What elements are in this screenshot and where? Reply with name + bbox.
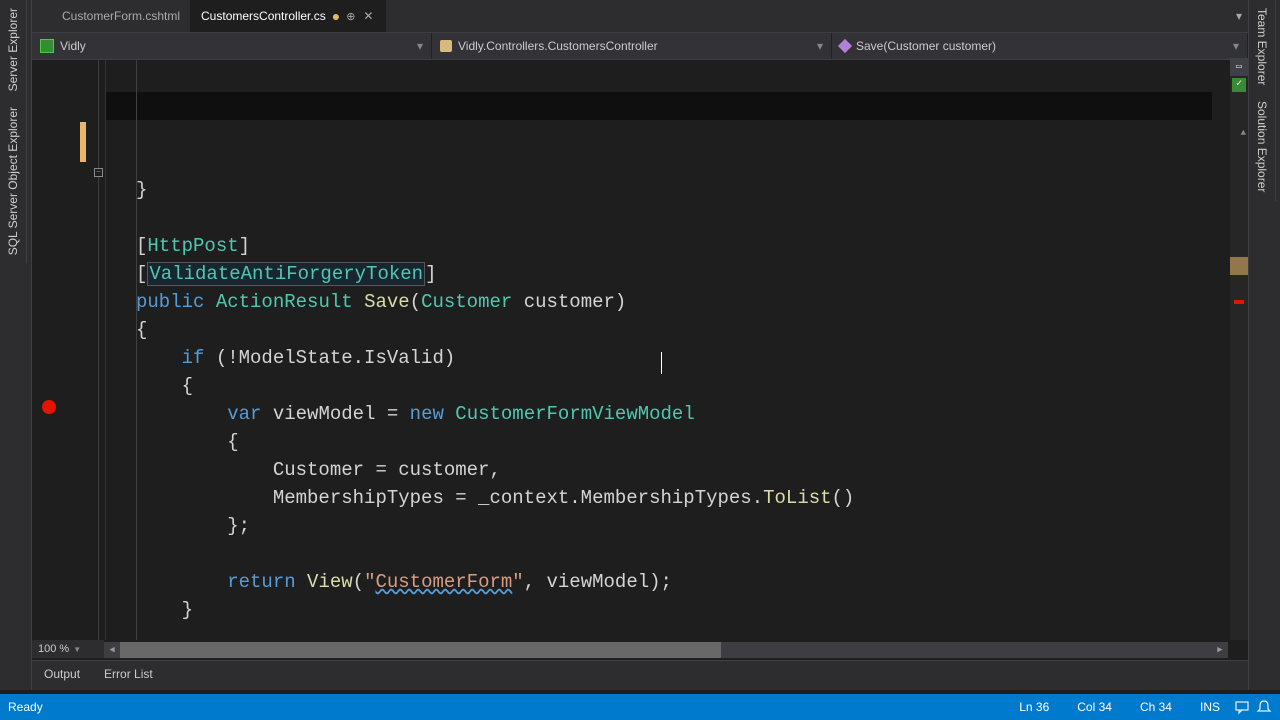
nav-project-label: Vidly xyxy=(60,39,86,53)
solution-explorer-tab[interactable]: Solution Explorer xyxy=(1249,93,1276,200)
feedback-icon[interactable] xyxy=(1234,699,1250,715)
chevron-down-icon: ▾ xyxy=(1233,39,1239,53)
tab-scroll-left[interactable] xyxy=(32,0,52,32)
zoom-label: 100 % xyxy=(38,643,69,655)
server-explorer-tab[interactable]: Server Explorer xyxy=(0,0,27,99)
modified-indicator xyxy=(80,122,86,162)
nav-project-dropdown[interactable]: Vidly ▾ xyxy=(32,33,432,59)
collapse-toggle-icon[interactable]: − xyxy=(94,168,103,177)
status-ins[interactable]: INS xyxy=(1186,700,1234,714)
chevron-down-icon: ▾ xyxy=(417,39,423,53)
project-icon xyxy=(40,39,54,53)
editor-gutter[interactable] xyxy=(32,60,94,640)
navigation-bar: Vidly ▾ Vidly.Controllers.CustomersContr… xyxy=(32,32,1248,60)
current-line-highlight xyxy=(106,92,1212,120)
outlining-rail[interactable]: − xyxy=(94,60,106,640)
code-health-indicator-icon[interactable]: ✓ xyxy=(1232,78,1246,92)
error-list-tab[interactable]: Error List xyxy=(92,661,165,690)
status-ch[interactable]: Ch 34 xyxy=(1126,700,1186,714)
dirty-indicator-icon: ● xyxy=(332,8,340,24)
horizontal-scrollbar[interactable]: ◀ ▶ xyxy=(104,642,1228,658)
nav-method-label: Save(Customer customer) xyxy=(856,39,996,53)
code-editor[interactable]: } [HttpPost] [ValidateAntiForgeryToken] … xyxy=(106,60,1230,640)
outline-guide xyxy=(98,60,99,640)
team-explorer-tab[interactable]: Team Explorer xyxy=(1249,0,1276,93)
chevron-down-icon: ▼ xyxy=(73,645,81,654)
nav-class-dropdown[interactable]: Vidly.Controllers.CustomersController ▾ xyxy=(432,33,832,59)
scroll-up-icon[interactable]: ▲ xyxy=(1241,128,1246,138)
code-content: } [HttpPost] [ValidateAntiForgeryToken] … xyxy=(136,176,1230,640)
notifications-icon[interactable] xyxy=(1256,699,1272,715)
editor-area: − } [HttpPost] [ValidateAntiForgeryToken… xyxy=(32,60,1248,640)
zoom-dropdown[interactable]: 100 % ▼ xyxy=(32,640,104,658)
vertical-scrollbar-map[interactable]: ▭ ✓ ▲ xyxy=(1230,60,1248,640)
scroll-track[interactable] xyxy=(120,642,1212,658)
error-marker[interactable] xyxy=(1234,300,1244,304)
tab-overflow-dropdown[interactable]: ▾ xyxy=(1230,0,1248,32)
tab-customerform-cshtml[interactable]: CustomerForm.cshtml xyxy=(52,0,191,32)
bottom-tool-tabs: Output Error List xyxy=(32,660,1248,690)
method-icon xyxy=(838,39,852,53)
pin-icon[interactable]: ⊕ xyxy=(346,10,355,23)
breakpoint-icon[interactable] xyxy=(42,400,56,414)
status-bar: Ready Ln 36 Col 34 Ch 34 INS xyxy=(0,694,1280,720)
tab-customerscontroller-cs[interactable]: CustomersController.cs ● ⊕ ✕ xyxy=(191,0,386,32)
status-col[interactable]: Col 34 xyxy=(1063,700,1126,714)
status-ready: Ready xyxy=(8,700,1005,714)
nav-class-label: Vidly.Controllers.CustomersController xyxy=(458,39,658,53)
scroll-left-icon[interactable]: ◀ xyxy=(104,645,120,655)
chevron-down-icon: ▾ xyxy=(817,39,823,53)
close-icon[interactable]: ✕ xyxy=(361,9,375,23)
scroll-thumb[interactable] xyxy=(120,642,721,658)
right-tool-panel: Team Explorer Solution Explorer xyxy=(1248,0,1280,690)
editor-main: CustomerForm.cshtml CustomersController.… xyxy=(32,0,1248,690)
split-editor-button[interactable]: ▭ xyxy=(1230,58,1248,76)
sql-server-object-explorer-tab[interactable]: SQL Server Object Explorer xyxy=(0,99,27,263)
document-tab-bar: CustomerForm.cshtml CustomersController.… xyxy=(32,0,1248,32)
scroll-right-icon[interactable]: ▶ xyxy=(1212,645,1228,655)
status-line[interactable]: Ln 36 xyxy=(1005,700,1063,714)
nav-method-dropdown[interactable]: Save(Customer customer) ▾ xyxy=(832,33,1248,59)
class-icon xyxy=(440,40,452,52)
output-tab[interactable]: Output xyxy=(32,661,92,690)
tab-label: CustomerForm.cshtml xyxy=(62,9,180,23)
tab-label: CustomersController.cs xyxy=(201,9,326,23)
scroll-thumb[interactable] xyxy=(1230,257,1248,275)
status-icons xyxy=(1234,699,1272,715)
left-tool-panel: Server Explorer SQL Server Object Explor… xyxy=(0,0,32,690)
